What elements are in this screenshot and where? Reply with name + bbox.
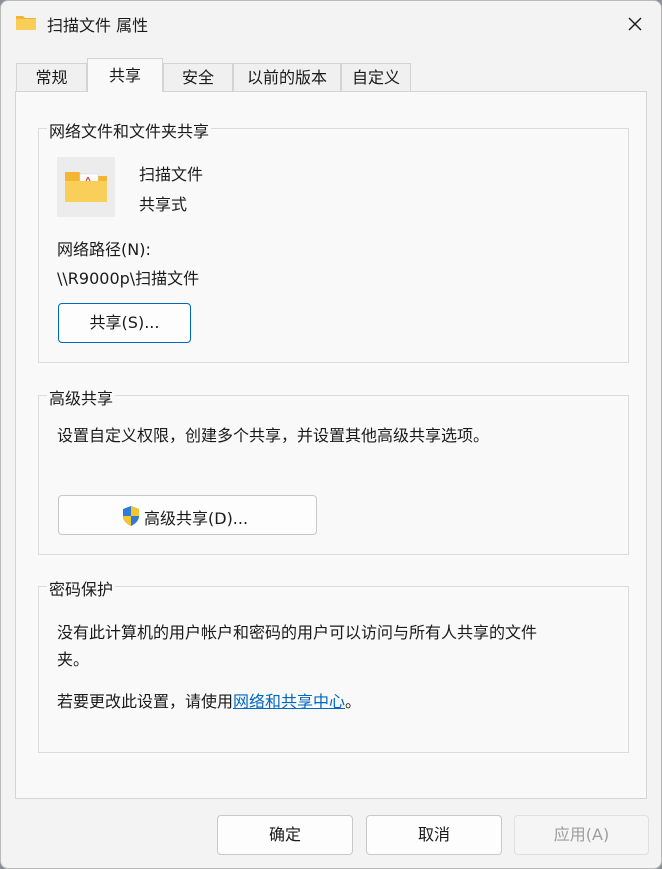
- tab-security[interactable]: 安全: [163, 63, 233, 91]
- uac-shield-icon: [121, 505, 141, 531]
- advanced-sharing-description: 设置自定义权限，创建多个共享，并设置其他高级共享选项。: [57, 426, 490, 445]
- advanced-sharing-button-label: 高级共享(D)...: [144, 509, 249, 528]
- tab-previous-versions[interactable]: 以前的版本: [233, 63, 341, 91]
- password-protection-legend: 密码保护: [47, 576, 116, 600]
- network-path-label: 网络路径(N):: [57, 240, 151, 259]
- password-description-line1: 没有此计算机的用户帐户和密码的用户可以访问与所有人共享的文件: [57, 623, 538, 642]
- share-button[interactable]: 共享(S)...: [58, 303, 191, 343]
- change-setting-prefix: 若要更改此设置，请使用: [57, 692, 234, 711]
- network-sharing-center-link[interactable]: 网络和共享中心: [233, 692, 345, 711]
- advanced-sharing-group: 高级共享 设置自定义权限，创建多个共享，并设置其他高级共享选项。 高级共享(D)…: [38, 385, 629, 555]
- change-setting-text: 若要更改此设置，请使用网络和共享中心。: [57, 688, 361, 712]
- title-bar: 扫描文件 属性: [1, 1, 661, 45]
- properties-window: 扫描文件 属性 常规 共享 安全 以前的版本 自定义 网络文件和文件夹共享 扫描…: [0, 0, 662, 869]
- network-sharing-group: 网络文件和文件夹共享 扫描文件 共享式 网络路径(N): \\R9000p\扫描…: [38, 118, 629, 363]
- apply-button[interactable]: 应用(A): [514, 815, 649, 855]
- advanced-sharing-button[interactable]: 高级共享(D)...: [58, 495, 317, 535]
- tab-customize[interactable]: 自定义: [341, 63, 411, 91]
- folder-icon: [15, 13, 37, 31]
- folder-name: 扫描文件: [139, 165, 204, 184]
- tab-general[interactable]: 常规: [16, 63, 87, 91]
- share-status: 共享式: [139, 195, 188, 214]
- shared-folder-icon: [57, 157, 115, 217]
- close-button[interactable]: [613, 9, 657, 39]
- password-description-line2: 夹。: [57, 650, 90, 669]
- ok-button[interactable]: 确定: [217, 815, 353, 855]
- change-setting-suffix: 。: [345, 692, 362, 711]
- window-title: 扫描文件 属性: [47, 16, 149, 35]
- sharing-panel: 网络文件和文件夹共享 扫描文件 共享式 网络路径(N): \\R9000p\扫描…: [15, 91, 647, 799]
- cancel-button[interactable]: 取消: [366, 815, 502, 855]
- close-icon: [628, 17, 642, 31]
- network-path-value: \\R9000p\扫描文件: [57, 269, 200, 288]
- network-sharing-legend: 网络文件和文件夹共享: [47, 118, 212, 142]
- tab-sharing[interactable]: 共享: [87, 58, 163, 92]
- password-protection-group: 密码保护 没有此计算机的用户帐户和密码的用户可以访问与所有人共享的文件 夹。 若…: [38, 576, 629, 753]
- advanced-sharing-legend: 高级共享: [47, 385, 116, 409]
